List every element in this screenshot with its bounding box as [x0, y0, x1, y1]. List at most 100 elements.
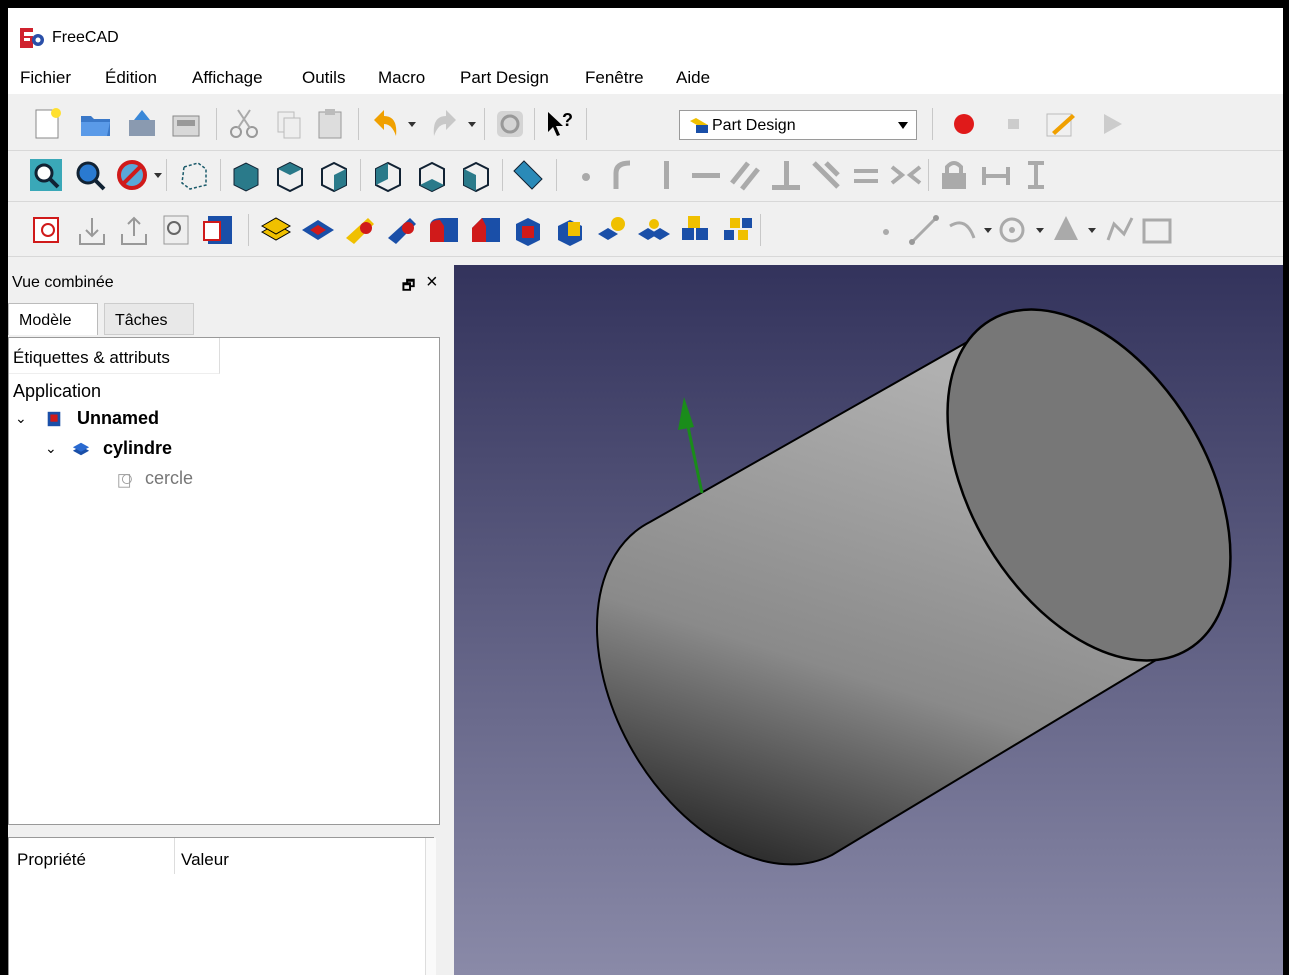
fillet-icon[interactable] [426, 212, 462, 248]
freecad-logo-icon [20, 28, 44, 48]
constraint-parallel-icon[interactable] [728, 157, 764, 193]
tab-model[interactable]: Modèle [8, 303, 98, 335]
paste-icon[interactable] [312, 106, 348, 142]
pad-feature-icon [72, 442, 90, 456]
macro-edit-icon[interactable] [1042, 106, 1078, 142]
whats-this-icon[interactable]: ? [542, 106, 578, 142]
bottom-view-icon[interactable] [414, 157, 450, 193]
tree-item-cylindre[interactable]: ⌄ cylindre [45, 438, 305, 464]
menu-part-design[interactable]: Part Design [460, 68, 549, 88]
constraint-vertical-distance-icon[interactable] [1018, 157, 1054, 193]
redo-icon[interactable] [426, 106, 462, 142]
value-column-header[interactable]: Valeur [181, 850, 229, 870]
import-icon[interactable] [74, 212, 110, 248]
top-view-icon[interactable] [272, 157, 308, 193]
linear-pattern-icon[interactable] [636, 212, 672, 248]
mirrored-icon[interactable] [594, 212, 630, 248]
constraint-symmetric-icon[interactable] [888, 157, 924, 193]
constraint-horizontal-distance-icon[interactable] [978, 157, 1014, 193]
conic-icon[interactable] [1048, 212, 1084, 248]
chevron-down-icon[interactable]: ⌄ [15, 410, 27, 427]
fit-all-icon[interactable] [28, 157, 64, 193]
menu-affichage[interactable]: Affichage [192, 68, 263, 88]
menu-outils[interactable]: Outils [302, 68, 345, 88]
chamfer-icon[interactable] [468, 212, 504, 248]
cut-icon[interactable] [226, 106, 262, 142]
front-view-icon[interactable] [228, 157, 264, 193]
isometric-view-icon[interactable] [176, 157, 212, 193]
close-icon[interactable]: × [426, 271, 438, 294]
pad-icon[interactable] [258, 212, 294, 248]
tree-item-cercle[interactable]: cercle [117, 468, 317, 494]
undock-icon[interactable]: 🗗 [402, 275, 415, 299]
undo-dropdown-icon[interactable] [408, 122, 416, 127]
export-icon[interactable] [116, 212, 152, 248]
menu-macro[interactable]: Macro [378, 68, 425, 88]
line-icon[interactable] [906, 212, 942, 248]
rectangle-icon[interactable] [1138, 212, 1174, 248]
menu-fichier[interactable]: Fichier [20, 68, 71, 88]
constraint-tangent-icon[interactable] [808, 157, 844, 193]
constraint-perpendicular-icon[interactable] [768, 157, 804, 193]
draw-style-icon[interactable] [114, 157, 150, 193]
3d-viewport[interactable] [454, 265, 1283, 975]
draft-icon[interactable] [510, 212, 546, 248]
redo-dropdown-icon[interactable] [468, 122, 476, 127]
pocket-icon[interactable] [300, 212, 336, 248]
tree-item-unnamed[interactable]: ⌄ Unnamed [15, 408, 315, 434]
create-sketch-icon[interactable] [30, 212, 66, 248]
refresh-icon[interactable] [492, 106, 528, 142]
open-document-icon[interactable] [78, 106, 114, 142]
undo-icon[interactable] [368, 106, 404, 142]
tree-item-label: cylindre [103, 438, 173, 458]
copy-icon[interactable] [270, 106, 306, 142]
toolbar-part-design [8, 206, 1283, 257]
save-as-icon[interactable] [168, 106, 204, 142]
left-view-icon[interactable] [458, 157, 494, 193]
multi-transform-icon[interactable] [720, 212, 756, 248]
panel-scrollbar[interactable] [425, 838, 436, 975]
sketch-arc-icon[interactable] [606, 157, 642, 193]
thickness-icon[interactable] [552, 212, 588, 248]
menu-aide[interactable]: Aide [676, 68, 710, 88]
menu-fenetre[interactable]: Fenêtre [585, 68, 644, 88]
combo-view-header: Vue combinée 🗗 × [8, 268, 453, 298]
save-icon[interactable] [124, 106, 160, 142]
tree-column-header[interactable]: Étiquettes & attributs [9, 338, 220, 374]
polyline-icon[interactable] [1102, 212, 1138, 248]
polar-pattern-icon[interactable] [678, 212, 714, 248]
validate-sketch-icon[interactable] [158, 212, 194, 248]
sketch-point-icon[interactable] [568, 157, 604, 193]
constraint-vertical-icon[interactable] [648, 157, 684, 193]
combo-view-tabs: Modèle Tâches [8, 299, 453, 337]
fit-selection-icon[interactable] [72, 157, 108, 193]
chevron-down-icon[interactable]: ⌄ [45, 440, 57, 457]
column-divider[interactable] [174, 838, 175, 874]
menu-edition[interactable]: Édition [105, 68, 157, 88]
window-title: FreeCAD [52, 29, 119, 46]
sketch-icon [118, 474, 132, 488]
tree-item-label: Unnamed [77, 408, 160, 428]
freecad-window: FreeCAD Fichier Édition Affichage Outils… [8, 8, 1283, 975]
combo-view-title: Vue combinée [12, 274, 114, 291]
macro-record-icon[interactable] [946, 106, 982, 142]
macro-execute-icon[interactable] [1094, 106, 1130, 142]
property-column-header[interactable]: Propriété [17, 850, 86, 870]
circle-icon[interactable] [994, 212, 1030, 248]
map-sketch-icon[interactable] [200, 212, 236, 248]
menu-bar: Fichier Édition Affichage Outils Macro P… [8, 60, 1283, 94]
rear-view-icon[interactable] [370, 157, 406, 193]
arc-icon[interactable] [944, 212, 980, 248]
new-document-icon[interactable] [30, 106, 66, 142]
revolution-icon[interactable] [342, 212, 378, 248]
right-view-icon[interactable] [316, 157, 352, 193]
constraint-horizontal-icon[interactable] [688, 157, 724, 193]
measure-icon[interactable] [510, 157, 546, 193]
workbench-selector[interactable]: Part Design [679, 110, 917, 140]
tab-tasks[interactable]: Tâches [104, 303, 194, 335]
macro-stop-icon[interactable] [996, 106, 1032, 142]
constraint-lock-icon[interactable] [936, 157, 972, 193]
constraint-equal-icon[interactable] [848, 157, 884, 193]
point-icon[interactable] [868, 212, 904, 248]
groove-icon[interactable] [384, 212, 420, 248]
